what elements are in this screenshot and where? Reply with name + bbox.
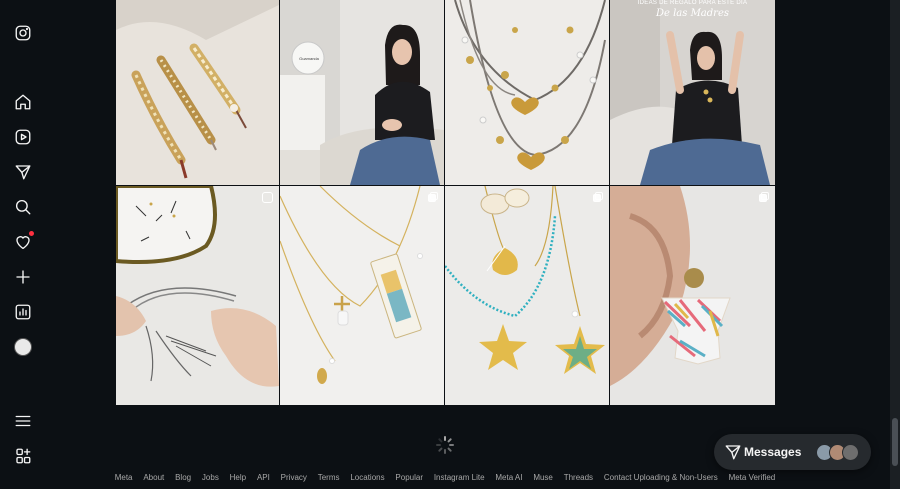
reel-badge-icon [262, 192, 273, 203]
footer-link-popular[interactable]: Popular [395, 473, 423, 482]
create-icon[interactable] [13, 267, 33, 287]
message-avatar [842, 444, 859, 461]
footer-link-privacy[interactable]: Privacy [281, 473, 307, 482]
post-cord-tutorial[interactable] [116, 186, 279, 405]
woman-seated-image [280, 0, 444, 185]
carousel-badge-icon [428, 192, 438, 202]
footer-link-blog[interactable]: Blog [175, 473, 191, 482]
messages-label: Messages [744, 445, 802, 459]
gift-ideas-overlay-title: IDEAS DE REGALO PARA ESTE DÍA [637, 0, 748, 6]
carousel-badge-icon [759, 192, 769, 202]
footer-link-muse[interactable]: Muse [533, 473, 553, 482]
notifications-icon[interactable] [13, 231, 34, 252]
home-icon[interactable] [13, 92, 33, 112]
cord-tutorial-image [116, 186, 279, 405]
footer-link-meta[interactable]: Meta [115, 473, 133, 482]
reels-icon[interactable] [13, 127, 33, 147]
footer-link-meta-ai[interactable]: Meta AI [495, 473, 522, 482]
dashboard-icon[interactable] [13, 302, 33, 322]
footer: Meta About Blog Jobs Help API Privacy Te… [0, 473, 890, 482]
bracelets-image [116, 0, 279, 185]
menu-icon[interactable] [13, 411, 33, 431]
notification-dot [29, 231, 34, 236]
footer-link-help[interactable]: Help [230, 473, 246, 482]
post-heart-necklaces[interactable] [445, 0, 609, 185]
messages-button[interactable]: Messages [714, 434, 871, 470]
footer-link-api[interactable]: API [257, 473, 270, 482]
loading-spinner-icon [436, 436, 454, 454]
post-beaded-earring[interactable] [610, 186, 775, 405]
send-icon [724, 443, 742, 461]
page-scrollbar[interactable] [890, 0, 900, 489]
footer-link-terms[interactable]: Terms [318, 473, 340, 482]
gift-ideas-overlay-script: De las Madres [655, 8, 730, 19]
scrollbar-thumb[interactable] [892, 418, 898, 466]
post-gift-ideas[interactable]: IDEAS DE REGALO PARA ESTE DÍA De las Mad… [610, 0, 775, 185]
search-icon[interactable] [13, 197, 33, 217]
also-from-meta-icon[interactable] [13, 446, 33, 466]
gift-ideas-image [610, 0, 775, 185]
footer-link-instagram-lite[interactable]: Instagram Lite [434, 473, 485, 482]
carousel-badge-icon [593, 192, 603, 202]
heart-necklaces-image [445, 0, 609, 185]
brand-logo-text: Guamanda [299, 56, 319, 61]
beaded-pendants-image [280, 186, 444, 405]
footer-link-meta-verified[interactable]: Meta Verified [729, 473, 776, 482]
instagram-logo-icon[interactable] [13, 23, 33, 43]
post-bracelets[interactable] [116, 0, 279, 185]
footer-link-jobs[interactable]: Jobs [202, 473, 219, 482]
sidebar [0, 0, 45, 489]
post-woman-seated[interactable]: Guamanda [280, 0, 444, 185]
profile-avatar[interactable] [13, 337, 33, 357]
post-shell-starfish[interactable] [445, 186, 609, 405]
footer-link-threads[interactable]: Threads [564, 473, 593, 482]
footer-link-about[interactable]: About [143, 473, 164, 482]
beaded-earring-image [610, 186, 775, 405]
shell-starfish-image [445, 186, 609, 405]
footer-link-contact-uploading[interactable]: Contact Uploading & Non-Users [604, 473, 718, 482]
post-grid: Guamanda IDEAS DE REGALO PARA ESTE DÍA D… [116, 0, 775, 405]
post-beaded-pendants[interactable] [280, 186, 444, 405]
footer-link-locations[interactable]: Locations [350, 473, 384, 482]
messages-icon[interactable] [13, 162, 33, 182]
